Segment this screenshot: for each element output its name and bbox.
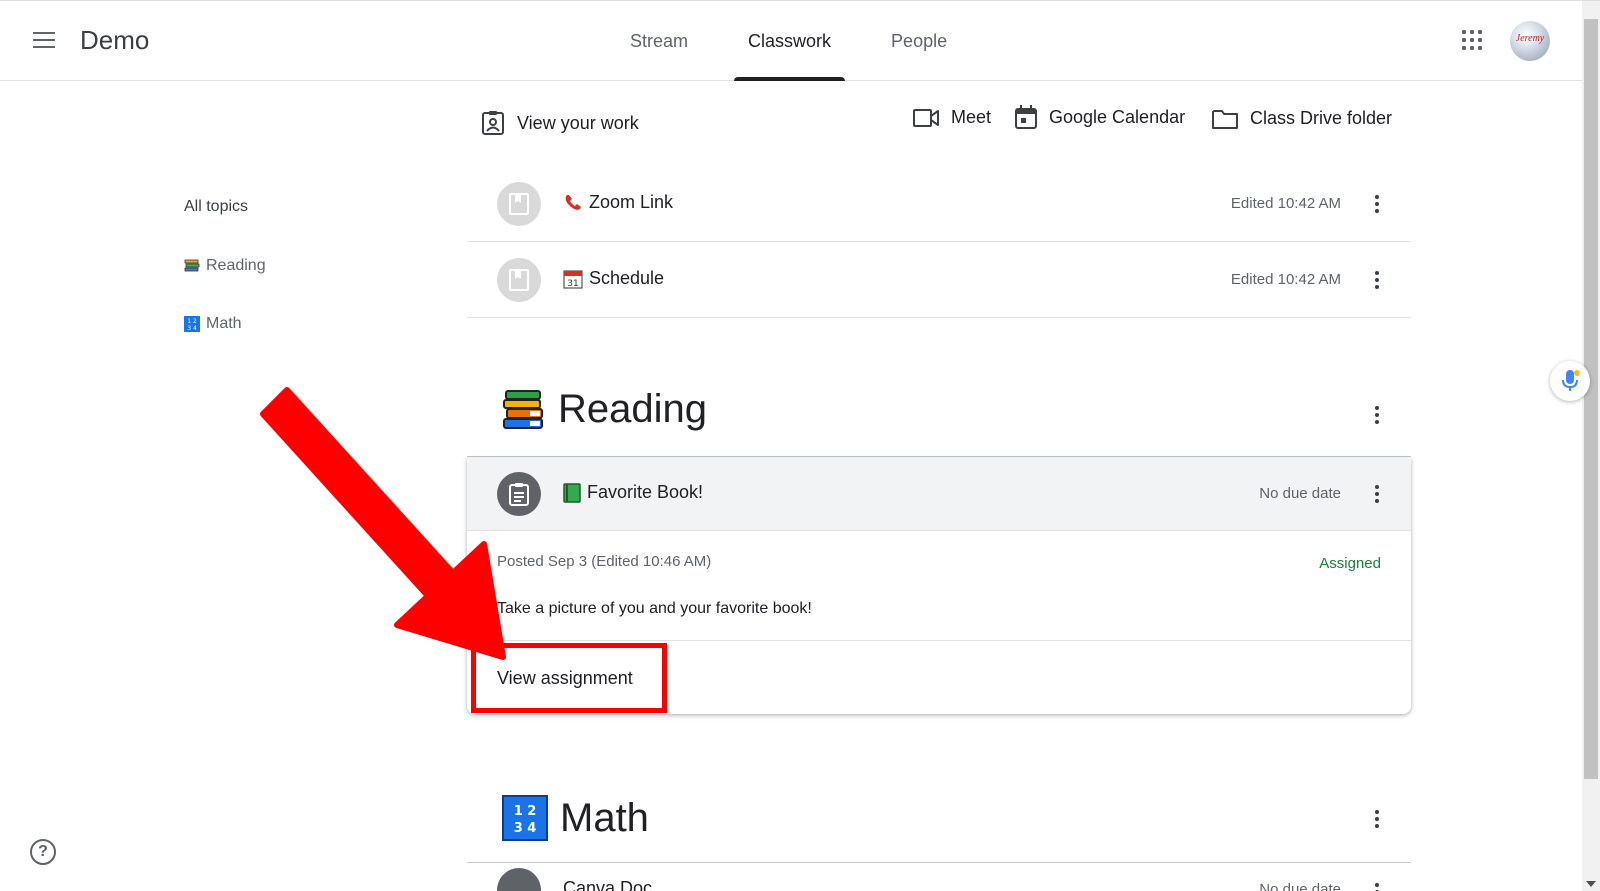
assignment-description: Take a picture of you and your favorite … — [497, 600, 812, 617]
scroll-down-arrow-icon[interactable] — [1586, 881, 1596, 887]
avatar[interactable]: Jeremy — [1510, 21, 1550, 61]
class-tabs: Stream Classwork People — [600, 1, 977, 81]
posted-date: Posted Sep 3 (Edited 10:46 AM) — [497, 553, 712, 570]
list-item[interactable]: Zoom Link Edited 10:42 AM — [467, 166, 1411, 242]
scroll-thumb[interactable] — [1584, 19, 1598, 779]
svg-text:31: 31 — [567, 279, 578, 289]
class-drive-folder-button[interactable]: Class Drive folder — [1212, 108, 1392, 129]
svg-text:1 2: 1 2 — [187, 318, 197, 325]
more-options-icon[interactable] — [1365, 880, 1389, 891]
view-your-work-button[interactable]: View your work — [481, 110, 639, 136]
tab-classwork[interactable]: Classwork — [718, 1, 861, 81]
sidebar-item-label: Math — [206, 315, 242, 332]
topic-title: Reading — [502, 387, 707, 432]
meet-button[interactable]: Meet — [913, 107, 991, 128]
material-title[interactable]: 31 Schedule — [563, 268, 664, 289]
vertical-scrollbar[interactable] — [1582, 1, 1600, 891]
sidebar-item-label: Reading — [206, 257, 266, 274]
status-badge: Assigned — [1319, 555, 1381, 572]
google-calendar-button[interactable]: Google Calendar — [1015, 105, 1185, 129]
google-apps-icon[interactable] — [1462, 30, 1482, 50]
voice-input-mic-icon[interactable] — [1550, 361, 1590, 401]
material-title[interactable]: Zoom Link — [563, 192, 673, 213]
assignment-icon — [497, 472, 541, 516]
topic-title: 1 2 3 4 Math — [502, 795, 649, 841]
topic-header-reading: Reading — [467, 367, 1411, 457]
tab-people[interactable]: People — [861, 1, 977, 81]
assignment-icon — [497, 868, 541, 891]
more-options-icon[interactable] — [1365, 268, 1389, 292]
numbers-icon: 1 2 3 4 — [184, 316, 200, 332]
google-calendar-label: Google Calendar — [1049, 106, 1186, 127]
more-options-icon[interactable] — [1365, 192, 1389, 216]
green-book-icon — [563, 482, 581, 503]
material-icon — [497, 258, 541, 302]
main-menu-icon[interactable] — [33, 32, 55, 48]
meet-label: Meet — [951, 107, 992, 127]
svg-text:3 4: 3 4 — [187, 325, 197, 332]
telephone-icon — [563, 193, 583, 213]
sidebar-item-reading[interactable]: Reading — [184, 257, 266, 275]
folder-icon — [1212, 109, 1238, 129]
svg-text:1 2: 1 2 — [514, 804, 537, 819]
list-item[interactable]: 31 Schedule Edited 10:42 AM — [467, 242, 1411, 318]
edited-time: Edited 10:42 AM — [1230, 271, 1341, 288]
sidebar-item-all-topics[interactable]: All topics — [184, 198, 248, 216]
material-icon — [497, 182, 541, 226]
edited-time: Edited 10:42 AM — [1230, 195, 1341, 212]
list-item[interactable]: Canva Doc No due date — [467, 868, 1411, 891]
numbers-icon: 1 2 3 4 — [502, 795, 548, 841]
topic-more-options-icon[interactable] — [1365, 807, 1389, 831]
view-your-work-label: View your work — [517, 112, 639, 133]
tab-stream[interactable]: Stream — [600, 1, 718, 81]
avatar-text: Jeremy — [1515, 33, 1545, 44]
card-divider — [467, 640, 1411, 641]
video-camera-icon — [913, 108, 939, 127]
books-icon — [502, 389, 546, 431]
due-date: No due date — [1259, 881, 1341, 891]
calendar-icon: 31 — [563, 269, 583, 289]
assignment-more-options-icon[interactable] — [1365, 482, 1389, 506]
assignment-ind-icon — [482, 111, 504, 135]
assignment-title[interactable]: Canva Doc — [563, 878, 652, 891]
due-date: No due date — [1259, 485, 1341, 502]
topic-more-options-icon[interactable] — [1365, 403, 1389, 427]
assignment-title-text: Favorite Book! — [587, 482, 704, 502]
assignment-title[interactable]: Favorite Book! — [563, 482, 703, 503]
topic-title-text: Math — [560, 795, 649, 840]
class-drive-folder-label: Class Drive folder — [1250, 108, 1393, 128]
calendar-icon — [1015, 105, 1037, 129]
annotation-highlight-box — [471, 643, 667, 713]
assignment-header[interactable]: Favorite Book! No due date — [467, 458, 1411, 531]
help-icon[interactable]: ? — [30, 839, 56, 865]
class-title[interactable]: Demo — [80, 25, 149, 56]
material-title-text: Zoom Link — [589, 192, 674, 212]
sidebar-item-math[interactable]: 1 2 3 4 Math — [184, 315, 242, 333]
topic-header-math: 1 2 3 4 Math — [467, 773, 1411, 863]
svg-text:3 4: 3 4 — [514, 821, 537, 836]
topic-title-text: Reading — [558, 387, 708, 431]
material-title-text: Schedule — [589, 268, 665, 288]
books-icon — [184, 259, 200, 272]
top-app-bar: Demo Stream Classwork People Jeremy — [0, 1, 1582, 81]
